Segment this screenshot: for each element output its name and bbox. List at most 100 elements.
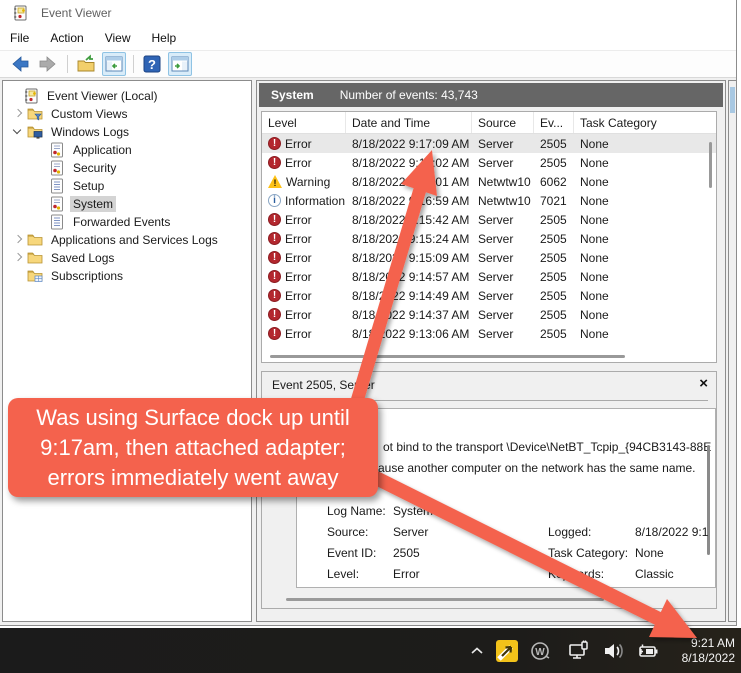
table-row[interactable]: ! Error 8/18/2022 9:14:57 AM Server 2505 … (262, 267, 716, 286)
table-row[interactable]: ! Error 8/18/2022 9:15:42 AM Server 2505 … (262, 210, 716, 229)
system-tray: 9:21 AM 8/18/2022 (469, 628, 735, 673)
expand-chevron-icon[interactable] (13, 253, 23, 263)
results-header: System Number of events: 43,743 (259, 83, 723, 107)
column-header-source[interactable]: Source (472, 112, 534, 133)
annotation-callout: Was using Surface dock up until 9:17am, … (8, 398, 378, 497)
toggle-action-pane-button[interactable] (168, 52, 192, 76)
tree-item-forwarded-events[interactable]: Forwarded Events (3, 213, 251, 231)
tree-item-setup[interactable]: Setup (3, 177, 251, 195)
table-row[interactable]: ! Error 8/18/2022 9:17:02 AM Server 2505 … (262, 153, 716, 172)
field-label: Keywords: (548, 567, 605, 581)
table-vertical-scrollbar[interactable] (709, 142, 712, 188)
table-horizontal-scrollbar[interactable] (270, 355, 625, 358)
callout-line: Was using Surface dock up until (36, 405, 350, 430)
event-viewer-icon (23, 88, 39, 104)
action-pane-scroll-fragment (730, 87, 735, 113)
field-label: Task Category: (548, 546, 629, 560)
forward-arrow-icon (38, 54, 58, 74)
column-header-eventid[interactable]: Ev... (534, 112, 574, 133)
warning-icon: ! (268, 175, 282, 188)
folder-icon (27, 232, 43, 248)
taskbar: 9:21 AM 8/18/2022 (0, 628, 741, 673)
battery-charging-icon[interactable] (635, 639, 659, 663)
forward-button[interactable] (36, 52, 60, 76)
log-page-icon (49, 214, 65, 230)
column-header-task-category[interactable]: Task Category (574, 112, 694, 133)
menu-help[interactable]: Help (152, 31, 177, 45)
event-log-icon (49, 196, 65, 212)
action-pane-icon (170, 54, 190, 74)
subscriptions-folder-icon (27, 268, 43, 284)
tree-item-applications-services-logs[interactable]: Applications and Services Logs (3, 231, 251, 249)
field-value: System (393, 504, 434, 518)
webroot-icon[interactable] (529, 640, 551, 662)
clock-date: 8/18/2022 (681, 650, 735, 665)
menu-file[interactable]: File (10, 31, 29, 45)
field-value: Classic (635, 567, 674, 581)
table-row[interactable]: ! Error 8/18/2022 9:13:06 AM Server 2505 … (262, 324, 716, 343)
table-row[interactable]: ! Error 8/18/2022 9:15:09 AM Server 2505 … (262, 248, 716, 267)
expand-chevron-icon[interactable] (13, 109, 23, 119)
custom-views-folder-icon (27, 106, 43, 122)
information-icon: i (268, 194, 281, 207)
column-header-level[interactable]: Level (262, 112, 346, 133)
column-header-date[interactable]: Date and Time (346, 112, 472, 133)
table-row[interactable]: ! Error 8/18/2022 9:14:49 AM Server 2505 … (262, 286, 716, 305)
collapse-chevron-icon[interactable] (13, 127, 23, 137)
desktop-screen: ? W (0, 0, 741, 673)
table-row[interactable]: ! Error 8/18/2022 9:15:24 AM Server 2505 … (262, 229, 716, 248)
table-row[interactable]: ! Error 8/18/2022 9:14:37 AM Server 2505 … (262, 305, 716, 324)
tree-item-custom-views[interactable]: Custom Views (3, 105, 251, 123)
tree-item-application[interactable]: Application (3, 141, 251, 159)
taskbar-clock[interactable]: 9:21 AM 8/18/2022 (673, 636, 735, 666)
tree-item-system[interactable]: System (3, 195, 251, 213)
help-icon (142, 54, 162, 74)
toolbar (0, 50, 736, 78)
event-log-icon (49, 142, 65, 158)
tree-item-windows-logs[interactable]: Windows Logs (3, 123, 251, 141)
error-icon: ! (268, 137, 281, 150)
event-count-label: Number of events: 43,743 (339, 88, 478, 102)
tree-item-saved-logs[interactable]: Saved Logs (3, 249, 251, 267)
preview-horizontal-scrollbar[interactable] (286, 598, 604, 601)
help-button[interactable] (140, 52, 164, 76)
toolbar-separator (133, 55, 134, 73)
back-button[interactable] (8, 52, 32, 76)
field-value: 8/18/2022 9:1 (635, 525, 709, 539)
console-tree-panel: Event Viewer (Local) Custom Views Window… (2, 80, 252, 622)
tree-item-security[interactable]: Security (3, 159, 251, 177)
titlebar[interactable]: Event Viewer (0, 0, 736, 26)
console-tree-icon (104, 54, 124, 74)
field-value: Error (393, 567, 420, 581)
selected-tree-label: System (70, 196, 117, 212)
expand-chevron-icon[interactable] (13, 235, 23, 245)
chevron-up-icon[interactable] (469, 643, 485, 659)
error-icon: ! (268, 251, 281, 264)
menu-view[interactable]: View (105, 31, 131, 45)
error-icon: ! (268, 308, 281, 321)
event-log-icon (49, 160, 65, 176)
error-icon: ! (268, 327, 281, 340)
windows-logs-folder-icon (27, 124, 43, 140)
yellow-app-icon[interactable] (495, 639, 519, 663)
callout-line: 9:17am, then attached adapter; (40, 435, 346, 460)
window-title: Event Viewer (41, 6, 112, 20)
open-saved-log-button[interactable] (74, 52, 98, 76)
preview-title: Event 2505, Server (272, 378, 375, 392)
field-label: Logged: (548, 525, 592, 539)
table-row[interactable]: ! Error 8/18/2022 9:17:09 AM Server 2505 … (262, 134, 716, 153)
table-row[interactable]: ! Warning 8/18/2022 9:17:01 AM Netwtw10 6… (262, 172, 716, 191)
table-row[interactable]: i Information 8/18/2022 9:16:59 AM Netwtw… (262, 191, 716, 210)
tree-item-subscriptions[interactable]: Subscriptions (3, 267, 251, 285)
open-folder-icon (76, 54, 96, 74)
toggle-console-tree-button[interactable] (102, 52, 126, 76)
close-icon[interactable]: × (699, 375, 708, 392)
field-label: Event ID: (327, 546, 377, 560)
tree-item-event-viewer-local[interactable]: Event Viewer (Local) (3, 87, 251, 105)
error-icon: ! (268, 156, 281, 169)
speaker-icon[interactable] (601, 639, 625, 663)
error-icon: ! (268, 270, 281, 283)
menu-action[interactable]: Action (50, 31, 83, 45)
display-network-icon[interactable] (567, 639, 591, 663)
field-value: 2505 (393, 546, 420, 560)
